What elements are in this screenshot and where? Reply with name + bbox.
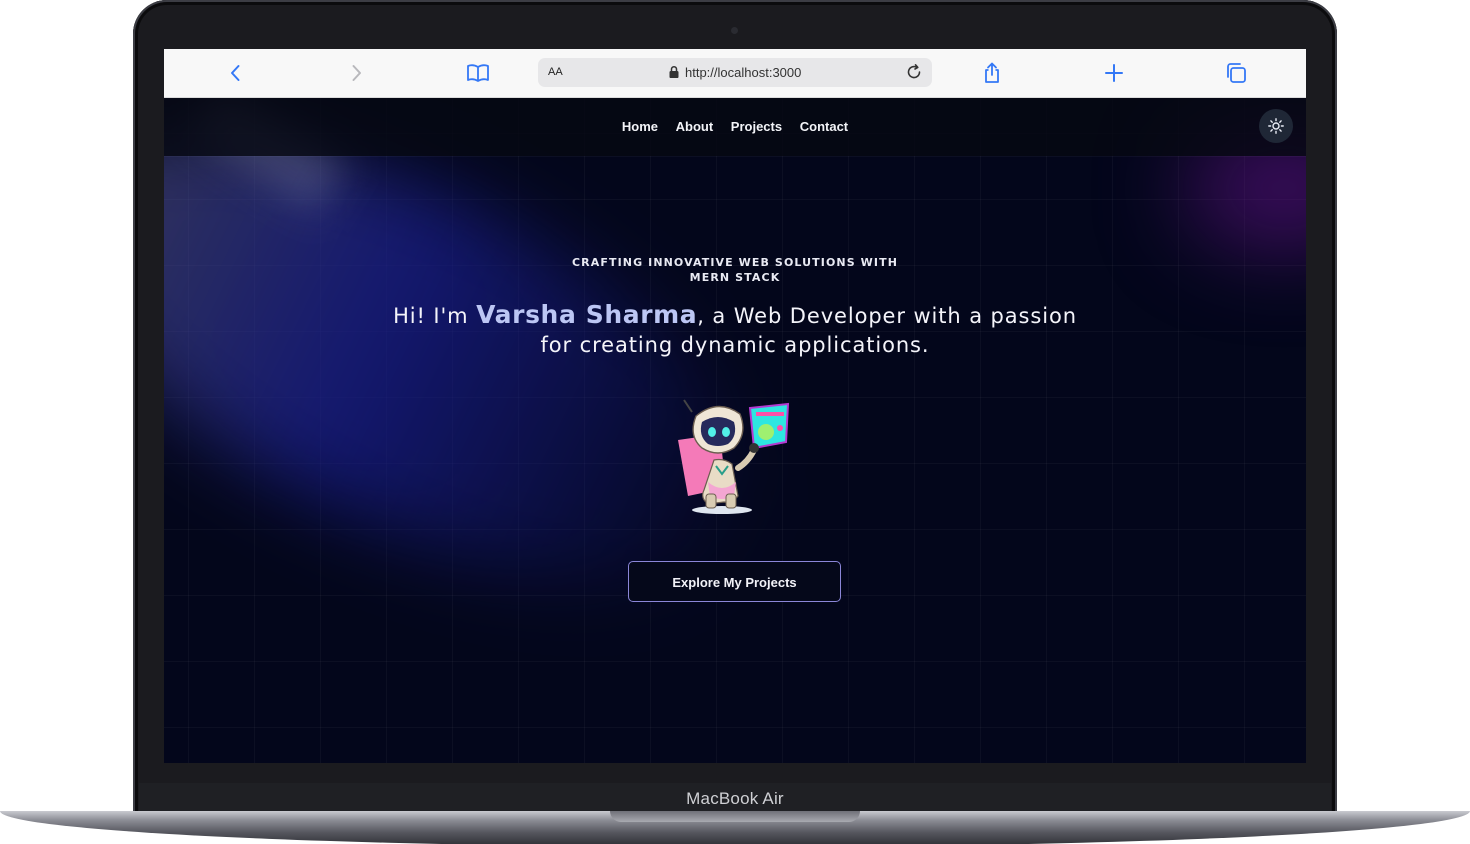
developer-name: Varsha Sharma — [476, 300, 698, 329]
hero-tagline: CRAFTING INNOVATIVE WEB SOLUTIONS WITH M… — [164, 255, 1306, 285]
headline-prefix: Hi! I'm — [393, 304, 477, 328]
tagline-line-2: MERN STACK — [689, 271, 781, 284]
laptop-hinge-notch — [610, 811, 860, 822]
sun-icon — [1268, 118, 1284, 134]
book-icon[interactable] — [466, 61, 490, 85]
browser-toolbar: AA http://localhost:3000 — [164, 49, 1306, 98]
text-size-button[interactable]: AA — [548, 66, 563, 78]
lock-icon — [668, 65, 680, 79]
address-bar[interactable]: AA http://localhost:3000 — [538, 58, 932, 87]
site-navbar: Home About Projects Contact — [164, 98, 1306, 156]
headline-suffix: , a Web Developer with a passion — [697, 304, 1077, 328]
nav-links: Home About Projects Contact — [164, 119, 1306, 134]
share-icon[interactable] — [980, 61, 1004, 85]
device-model-label: MacBook Air — [686, 789, 784, 808]
tabs-icon[interactable] — [1224, 61, 1248, 85]
laptop-mockup: AA http://localhost:3000 Home About Proj… — [0, 0, 1470, 844]
chevron-right-icon[interactable] — [344, 61, 368, 85]
nav-link-projects[interactable]: Projects — [731, 119, 782, 134]
nav-link-about[interactable]: About — [676, 119, 714, 134]
explore-projects-button[interactable]: Explore My Projects — [628, 561, 841, 602]
tagline-line-1: CRAFTING INNOVATIVE WEB SOLUTIONS WITH — [572, 256, 898, 269]
robot-developer-icon — [674, 398, 794, 518]
theme-toggle-button[interactable] — [1259, 109, 1293, 143]
headline-line-2: for creating dynamic applications. — [540, 333, 930, 357]
browser-screen: AA http://localhost:3000 Home About Proj… — [164, 49, 1306, 763]
nav-link-contact[interactable]: Contact — [800, 119, 848, 134]
portfolio-page: Home About Projects Contact CRAFTING INN… — [164, 98, 1306, 763]
plus-icon[interactable] — [1102, 61, 1126, 85]
hero-headline: Hi! I'm Varsha Sharma, a Web Developer w… — [164, 300, 1306, 360]
url-text: http://localhost:3000 — [685, 65, 802, 80]
reload-icon[interactable] — [905, 63, 923, 81]
camera-icon — [731, 27, 738, 34]
chevron-left-icon[interactable] — [224, 61, 248, 85]
nav-link-home[interactable]: Home — [622, 119, 658, 134]
